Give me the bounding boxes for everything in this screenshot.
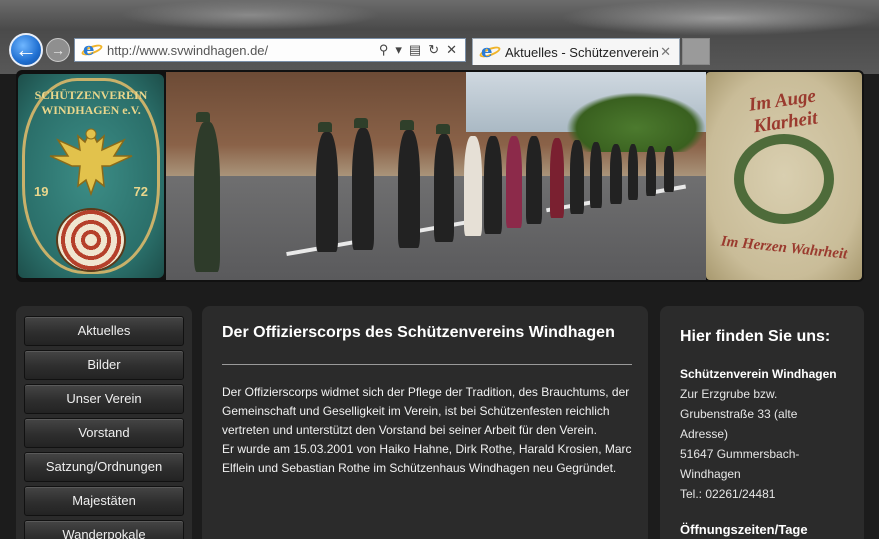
nav-item-satzung[interactable]: Satzung/Ordnungen [24, 452, 184, 482]
forward-arrow-icon[interactable]: → [46, 38, 70, 62]
back-arrow-icon[interactable]: ← [9, 33, 43, 67]
org-name: Schützenverein Windhagen [680, 367, 837, 381]
chrome-backdrop [120, 0, 380, 30]
nav-item-wanderpokale[interactable]: Wanderpokale [24, 520, 184, 539]
nav-item-aktuelles[interactable]: Aktuelles [24, 316, 184, 346]
url-field[interactable]: http://www.svwindhagen.de/ [107, 43, 379, 58]
founding-paragraph: Er wurde am 15.03.2001 von Haiko Hahne, … [222, 442, 632, 475]
motto-bottom-text: Im Herzen Wahrheit [720, 233, 849, 263]
sidebar-nav: Aktuelles Bilder Unser Verein Vorstand S… [16, 306, 192, 539]
browser-chrome: ← → e http://www.svwindhagen.de/ ⚲ ▾ ▤ ↻… [0, 0, 879, 74]
address-line: 51647 Gummersbach- [680, 447, 800, 461]
nav-item-vorstand[interactable]: Vorstand [24, 418, 184, 448]
new-tab-button[interactable] [682, 38, 710, 65]
internet-explorer-icon: e [80, 39, 104, 60]
page-title: Der Offizierscorps des Schützenvereins W… [222, 324, 615, 341]
crest-year-right: 72 [133, 184, 148, 199]
divider [222, 364, 632, 365]
parade-photo [166, 72, 706, 280]
nav-item-unser-verein[interactable]: Unser Verein [24, 384, 184, 414]
internet-explorer-icon: e [478, 41, 502, 62]
address-line: Zur Erzgrube bzw. [680, 387, 778, 401]
close-icon[interactable]: ✕ [446, 42, 457, 58]
search-icon[interactable]: ⚲ [379, 42, 389, 58]
target-icon [56, 208, 126, 272]
address-line: Windhagen [680, 467, 741, 481]
crest-year-left: 19 [34, 184, 49, 199]
address-bar[interactable]: e http://www.svwindhagen.de/ ⚲ ▾ ▤ ↻ ✕ [74, 38, 466, 62]
wreath-icon [734, 134, 834, 224]
address-tools: ⚲ ▾ ▤ ↻ ✕ [379, 42, 457, 58]
contact-title: Hier finden Sie uns: [680, 328, 831, 345]
address-line: Grubenstraße 33 (alte [680, 407, 798, 421]
tab-aktuelles[interactable]: e Aktuelles - Schützenverein ... ✕ [472, 38, 680, 65]
chrome-backdrop [560, 0, 879, 36]
contact-box: Hier finden Sie uns: Schützenverein Wind… [660, 306, 864, 539]
nav-item-bilder[interactable]: Bilder [24, 350, 184, 380]
opening-hours-title: Öffnungszeiten/Tage [680, 522, 808, 537]
phone-line: Tel.: 02261/24481 [680, 487, 776, 501]
crest-years: 19 72 [34, 184, 148, 199]
tab-close-icon[interactable]: ✕ [660, 44, 671, 60]
crest-text: SCHÜTZENVEREIN WINDHAGEN e.V. [34, 88, 148, 117]
motto-banner: Im Auge Klarheit Im Herzen Wahrheit [706, 72, 862, 280]
compatibility-view-icon[interactable]: ▤ [409, 42, 421, 58]
refresh-icon[interactable]: ↻ [428, 42, 439, 58]
address-line: Adresse) [680, 427, 729, 441]
main-content: Der Offizierscorps des Schützenvereins W… [202, 306, 648, 539]
intro-paragraph: Der Offizierscorps widmet sich der Pfleg… [222, 385, 630, 437]
nav-item-majestaeten[interactable]: Majestäten [24, 486, 184, 516]
club-crest-logo: SCHÜTZENVEREIN WINDHAGEN e.V. 19 72 [18, 74, 164, 278]
tab-title: Aktuelles - Schützenverein ... [505, 44, 661, 60]
site-banner: SCHÜTZENVEREIN WINDHAGEN e.V. 19 72 Im A… [16, 70, 864, 282]
chevron-down-icon[interactable]: ▾ [395, 42, 402, 58]
